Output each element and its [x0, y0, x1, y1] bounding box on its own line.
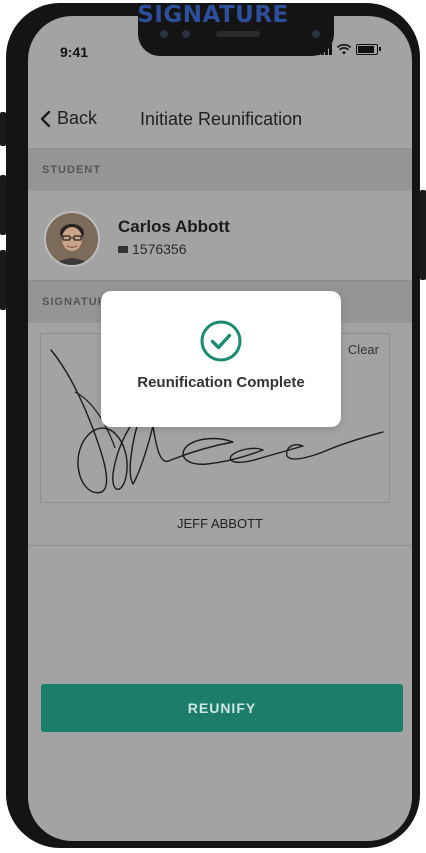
- phone-screen: 9:41 Back Initiate Reunification STUDENT…: [28, 16, 412, 841]
- student-section-header: STUDENT: [28, 148, 412, 192]
- student-name: Carlos Abbott: [118, 217, 230, 236]
- student-photo-icon: [46, 213, 98, 265]
- battery-icon: [356, 44, 381, 55]
- page-title: Initiate Reunification: [140, 109, 303, 129]
- reunify-button[interactable]: REUNIFY: [41, 684, 403, 732]
- front-camera-icon: [312, 30, 320, 38]
- student-id: 1576356: [118, 241, 187, 257]
- check-circle-icon: [200, 320, 242, 362]
- chevron-left-icon: [40, 110, 51, 127]
- camera-dot-icon: [160, 30, 168, 38]
- speaker-grille: [216, 31, 260, 37]
- wifi-icon: [337, 44, 351, 55]
- id-card-icon: [118, 245, 128, 253]
- back-label: Back: [57, 108, 98, 128]
- student-section-label: STUDENT: [42, 164, 101, 176]
- power-button: [420, 190, 426, 280]
- clear-button[interactable]: Clear: [348, 342, 379, 357]
- avatar: [44, 211, 100, 267]
- success-modal: Reunification Complete: [101, 291, 341, 427]
- signer-name: JEFF ABBOTT: [177, 516, 263, 531]
- student-row[interactable]: Carlos Abbott 1576356: [28, 191, 412, 279]
- page-caption: SIGNATURE: [137, 2, 289, 28]
- status-time: 9:41: [60, 44, 89, 60]
- modal-message: Reunification Complete: [137, 374, 305, 391]
- sensor-dot-icon: [182, 30, 190, 38]
- back-button[interactable]: Back: [40, 108, 97, 129]
- student-id-value: 1576356: [132, 241, 187, 257]
- nav-bar: Back Initiate Reunification: [28, 96, 412, 140]
- phone-frame: 9:41 Back Initiate Reunification STUDENT…: [6, 3, 420, 848]
